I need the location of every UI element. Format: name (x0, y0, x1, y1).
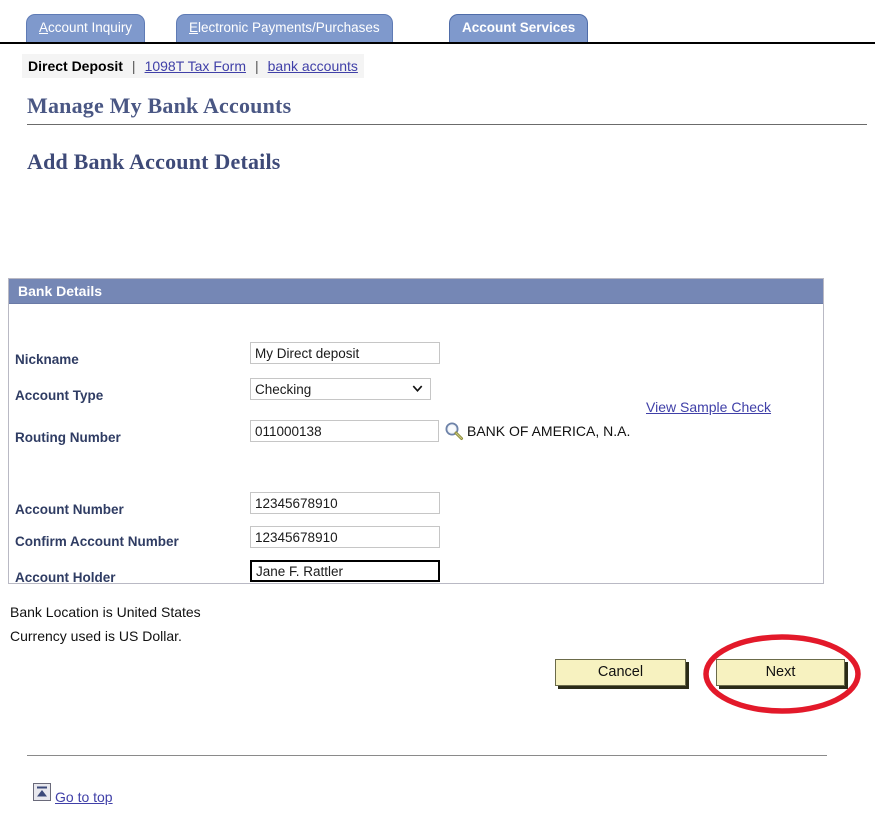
account-type-select[interactable]: CheckingSavings (250, 378, 431, 400)
tab-accel-letter: A (39, 20, 49, 35)
label-account-holder: Account Holder (15, 570, 116, 585)
next-button[interactable]: Next (716, 659, 845, 686)
note-currency: Currency used is US Dollar. (10, 628, 182, 644)
tab-account-services[interactable]: Account Services (449, 14, 589, 42)
note-bank-location: Bank Location is United States (10, 604, 201, 620)
tab-accel-letter: E (189, 20, 199, 35)
label-routing-number: Routing Number (15, 430, 121, 445)
go-to-top-icon[interactable] (33, 783, 51, 801)
breadcrumb-link-bank-accounts[interactable]: bank accounts (268, 58, 358, 74)
bank-details-panel-header: Bank Details (9, 279, 823, 304)
breadcrumb-current-direct-deposit: Direct Deposit (28, 58, 123, 74)
footer-divider (27, 755, 827, 756)
routing-number-input[interactable] (250, 420, 439, 442)
go-to-top-link[interactable]: Go to top (55, 789, 113, 805)
bank-details-panel-body: Nickname Account Type CheckingSavings Ro… (9, 304, 823, 585)
section-title: Add Bank Account Details (27, 149, 281, 174)
bank-name-text: BANK OF AMERICA, N.A. (467, 423, 631, 439)
magnifier-icon[interactable] (443, 420, 465, 442)
bank-details-panel: Bank Details Nickname Account Type Check… (8, 278, 824, 585)
tab-label: Account Services (462, 20, 576, 35)
page-title: Manage My Bank Accounts (27, 93, 292, 118)
tab-account-inquiry[interactable]: Account Inquiry (26, 14, 146, 42)
tab-electronic-payments-purchases[interactable]: Electronic Payments/Purchases (176, 14, 393, 42)
label-confirm-account-number: Confirm Account Number (15, 534, 179, 549)
tab-label: ccount Inquiry (48, 20, 133, 35)
view-sample-check-link[interactable]: View Sample Check (646, 399, 771, 415)
account-number-input[interactable] (250, 492, 440, 514)
tab-bar: Account Inquiry Electronic Payments/Purc… (0, 0, 875, 44)
label-account-number: Account Number (15, 502, 124, 517)
breadcrumb-separator: | (254, 58, 259, 74)
account-holder-input[interactable] (250, 560, 440, 582)
breadcrumb-separator: | (131, 58, 136, 74)
tab-label: lectronic Payments/Purchases (198, 20, 380, 35)
cancel-button[interactable]: Cancel (555, 659, 686, 686)
breadcrumb-link-1098t-tax-form[interactable]: 1098T Tax Form (145, 58, 246, 74)
nickname-input[interactable] (250, 342, 440, 364)
breadcrumb: Direct Deposit | 1098T Tax Form | bank a… (22, 54, 364, 78)
confirm-account-number-input[interactable] (250, 526, 440, 548)
label-nickname: Nickname (15, 352, 79, 367)
page-title-divider (27, 124, 867, 125)
label-account-type: Account Type (15, 388, 104, 403)
tab-bar-divider (0, 42, 875, 44)
